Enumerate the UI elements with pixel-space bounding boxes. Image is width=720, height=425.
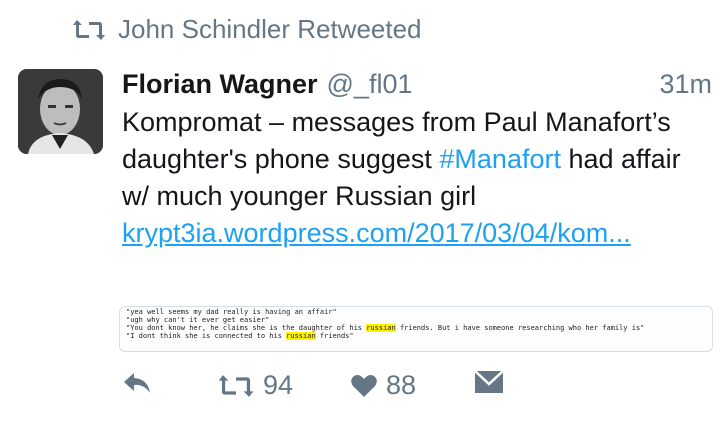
like-button[interactable]: 88 <box>350 370 416 401</box>
tweet-url-link[interactable]: krypt3ia.wordpress.com/2017/03/04/kom... <box>122 218 631 248</box>
reply-icon <box>124 373 150 393</box>
envelope-icon <box>474 370 504 393</box>
user-handle[interactable]: @_fl01 <box>327 66 413 102</box>
retweet-icon <box>73 19 105 40</box>
media-line: "ugh why can't it ever get easier" <box>126 316 270 324</box>
retweet-button[interactable]: 94 <box>217 370 293 401</box>
display-name[interactable]: Florian Wagner <box>122 66 318 102</box>
reply-button[interactable] <box>122 370 152 396</box>
highlighted-word: russian <box>286 332 316 340</box>
media-text: "You dont know her, he claims she is the… <box>126 324 367 332</box>
heart-icon <box>351 374 377 397</box>
hashtag-link[interactable]: #Manafort <box>439 144 561 174</box>
tweet-actions: 94 88 <box>122 370 720 410</box>
retweet-icon <box>218 374 254 397</box>
media-line: "I dont think she is connected to his ru… <box>126 332 706 340</box>
tweet-header: Florian Wagner @_fl01 31m <box>122 66 712 102</box>
retweet-context[interactable]: John Schindler Retweeted <box>72 14 422 45</box>
retweet-context-label: John Schindler Retweeted <box>118 14 422 44</box>
highlighted-word: russian <box>366 324 396 332</box>
media-text: "I dont think she is connected to his <box>126 332 287 340</box>
tweet-text: Kompromat – messages from Paul Manafort’… <box>122 104 712 252</box>
tweet-timestamp[interactable]: 31m <box>659 66 712 102</box>
avatar[interactable] <box>18 69 103 154</box>
media-attachment[interactable]: "yea well seems my dad really is having … <box>119 306 713 352</box>
media-line: "You dont know her, he claims she is the… <box>126 324 706 332</box>
direct-message-button[interactable] <box>474 370 504 394</box>
retweet-count: 94 <box>263 370 294 400</box>
media-text: friends. But i have someone researching … <box>395 324 645 332</box>
media-line: "yea well seems my dad really is having … <box>126 308 337 316</box>
portrait-image <box>18 69 103 154</box>
media-text: friends" <box>315 332 354 340</box>
like-count: 88 <box>386 370 417 400</box>
